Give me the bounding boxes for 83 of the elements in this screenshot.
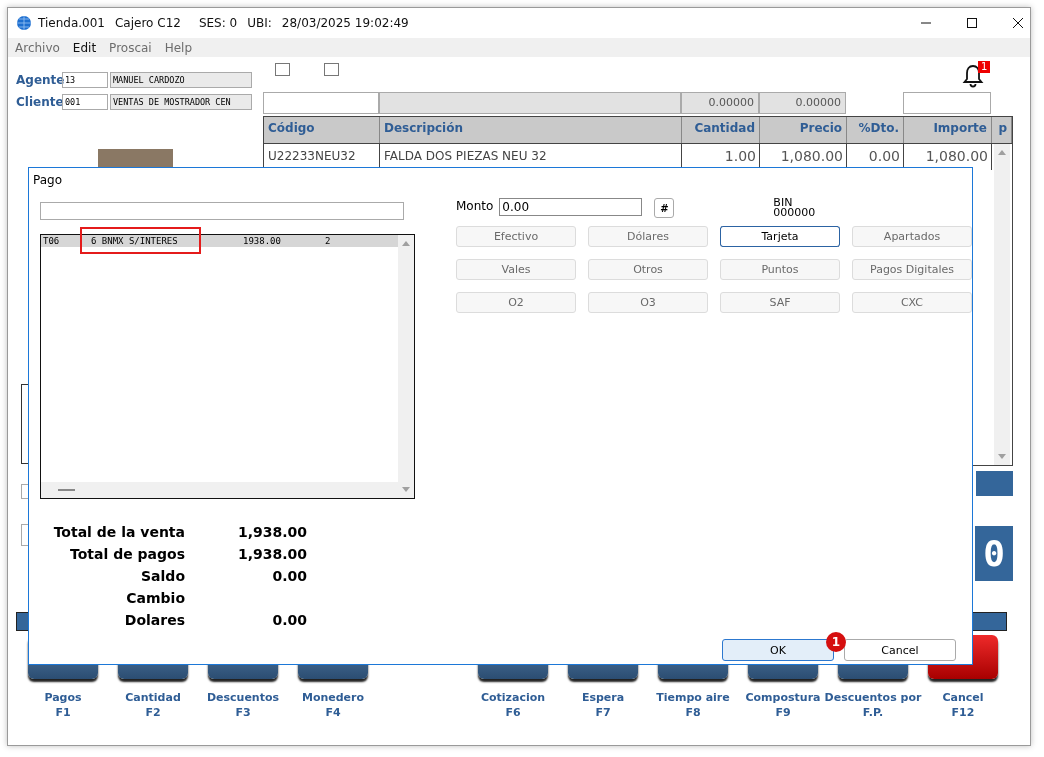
- function-key-label[interactable]: Pagos F1: [44, 690, 82, 720]
- payment-method-button[interactable]: Dólares: [588, 226, 708, 247]
- function-key-label[interactable]: Monedero F4: [301, 690, 365, 720]
- code-field[interactable]: 001: [62, 94, 108, 110]
- maximize-icon[interactable]: [966, 17, 978, 29]
- function-key-label[interactable]: Cancel F12: [942, 690, 984, 720]
- digit-display: 0: [975, 526, 1013, 581]
- field-label: Agente: [16, 73, 62, 87]
- scrollbar[interactable]: [41, 482, 398, 498]
- payment-method-button[interactable]: Pagos Digitales: [852, 259, 972, 280]
- input-field: 0.00000: [681, 92, 759, 114]
- payments-list[interactable]: T06 6 BNMX S/INTERES 1938.00 2: [40, 234, 415, 499]
- function-key-label[interactable]: Compostura F9: [745, 690, 821, 720]
- function-key-label[interactable]: Tiempo aire F8: [656, 690, 730, 720]
- total-value: 1,938.00: [236, 524, 307, 541]
- step-marker: 1: [826, 632, 846, 652]
- list-cell-text: 6 BNMX S/INTERES: [91, 235, 179, 247]
- ok-button[interactable]: OK: [722, 639, 834, 661]
- list-cell-text: T06: [42, 235, 61, 247]
- field-label: Monto: [456, 199, 494, 213]
- window-title: SES: 0: [198, 16, 238, 30]
- cancel-button[interactable]: Cancel: [844, 639, 956, 661]
- total-label: Cambio: [125, 590, 185, 607]
- payment-method-button[interactable]: Apartados: [852, 226, 972, 247]
- window-title: Cajero C12: [115, 16, 181, 30]
- scroll-up-icon[interactable]: [997, 148, 1007, 156]
- list-cell-text: 1938.00: [243, 235, 282, 247]
- field-label: Cliente: [16, 95, 62, 109]
- total-value: 1,938.00: [236, 546, 307, 563]
- total-value: 0.00: [271, 568, 307, 585]
- hash-button[interactable]: #: [654, 198, 675, 218]
- input-field[interactable]: [263, 92, 379, 114]
- payment-method-button[interactable]: Efectivo: [456, 226, 576, 247]
- scroll-down-icon[interactable]: [401, 486, 411, 494]
- status-bar: [976, 471, 1013, 496]
- column-header: Descripción: [380, 117, 682, 143]
- checkbox[interactable]: [275, 63, 290, 76]
- column-header: Importe: [904, 117, 992, 143]
- payment-method-button[interactable]: CXC: [852, 292, 972, 313]
- payment-method-button[interactable]: SAF: [720, 292, 840, 313]
- scrollbar[interactable]: [398, 235, 414, 498]
- name-field[interactable]: VENTAS DE MOSTRADOR CEN: [110, 94, 252, 110]
- function-key-label[interactable]: Espera F7: [581, 690, 625, 720]
- window-title: 28/03/2025 19:02:49: [281, 16, 409, 30]
- column-header: p: [992, 117, 1012, 143]
- total-label: Dolares: [123, 612, 185, 629]
- code-field[interactable]: 13: [62, 72, 108, 88]
- notification-badge: 1: [978, 61, 991, 73]
- input-field[interactable]: [903, 92, 991, 114]
- checkbox[interactable]: [324, 63, 339, 76]
- column-header: Código: [264, 117, 380, 143]
- window-title: Tienda.001: [38, 16, 105, 30]
- scrollbar[interactable]: [994, 144, 1010, 465]
- payment-method-button[interactable]: O3: [588, 292, 708, 313]
- list-cell-text: 2: [325, 235, 332, 247]
- total-label: Saldo: [140, 568, 185, 585]
- globe-icon: [16, 15, 32, 31]
- payment-method-button[interactable]: Puntos: [720, 259, 840, 280]
- payment-method-button[interactable]: Otros: [588, 259, 708, 280]
- bin-label: BIN 000000: [773, 198, 816, 218]
- amount-field[interactable]: 0.00: [499, 198, 643, 216]
- input-field[interactable]: [40, 202, 404, 220]
- function-key-label[interactable]: Descuentos F3: [206, 690, 280, 720]
- function-key-label[interactable]: Cantidad F2: [125, 690, 181, 720]
- input-field: 0.00000: [759, 92, 846, 114]
- dialog-title: Pago: [32, 172, 63, 189]
- function-key-label[interactable]: Descuentos por F.P.: [824, 690, 922, 720]
- name-field[interactable]: MANUEL CARDOZO: [110, 72, 252, 88]
- scroll-up-icon[interactable]: [401, 239, 411, 247]
- column-header: %Dto.: [847, 117, 904, 143]
- column-header: Precio: [760, 117, 847, 143]
- scroll-down-icon[interactable]: [997, 453, 1007, 461]
- menu-item[interactable]: Edit: [72, 40, 97, 55]
- payment-method-button[interactable]: Tarjeta: [720, 226, 840, 247]
- window-title: UBI:: [247, 16, 272, 30]
- total-label: Total de pagos: [69, 546, 185, 563]
- total-value: 0.00: [271, 612, 307, 629]
- close-icon[interactable]: [1012, 17, 1024, 29]
- payment-method-button[interactable]: Vales: [456, 259, 576, 280]
- column-header: Cantidad: [682, 117, 760, 143]
- payment-method-button[interactable]: O2: [456, 292, 576, 313]
- function-key-label[interactable]: Cotizacion F6: [480, 690, 546, 720]
- total-label: Total de la venta: [52, 524, 185, 541]
